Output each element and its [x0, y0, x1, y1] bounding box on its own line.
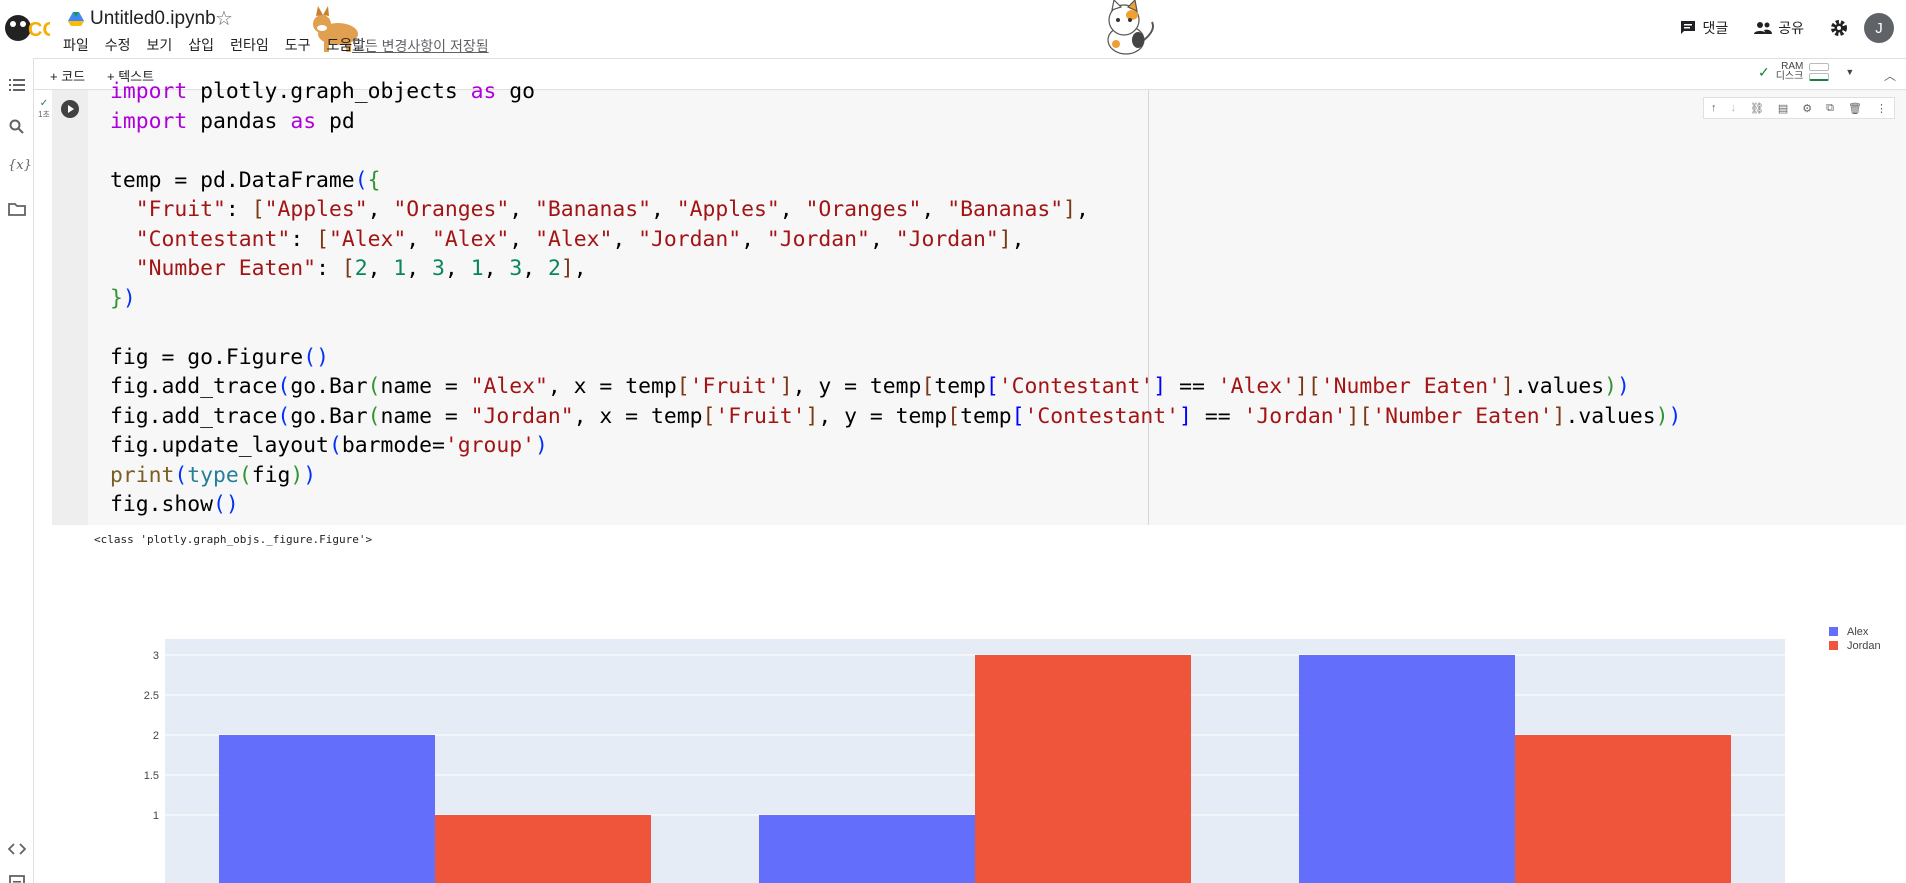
notebook-title[interactable]: Untitled0.ipynb — [68, 8, 216, 30]
legend-swatch — [1829, 627, 1838, 636]
dropdown-icon[interactable]: ▼ — [1845, 67, 1854, 77]
code-line: import plotly.graph_objects as go — [110, 79, 536, 104]
resource-monitor[interactable]: ✓ RAM 디스크 ▼ — [1758, 62, 1854, 82]
avatar[interactable]: J — [1864, 13, 1894, 43]
header-actions: 댓글 공유 J — [1680, 12, 1906, 44]
code-line: print(type(fig)) — [110, 462, 317, 488]
svg-text:CO: CO — [28, 19, 50, 41]
code-line: "Number Eaten": [2, 1, 3, 1, 3, 2], — [135, 256, 587, 281]
cell-output: <class 'plotly.graph_objs._figure.Figure… — [52, 525, 1906, 883]
gear-icon[interactable] — [1830, 19, 1848, 37]
share-button[interactable]: 공유 — [1754, 18, 1804, 38]
table-of-contents-icon[interactable] — [8, 76, 26, 94]
code-line: fig.show() — [110, 492, 239, 517]
colab-window: { "header": { "title": "Untitled0.ipynb"… — [0, 0, 1906, 883]
drive-icon — [68, 12, 84, 26]
left-sidebar: {x} — [0, 58, 34, 883]
comment-label: 댓글 — [1702, 20, 1729, 36]
cell-settings-icon[interactable]: ⚙ — [1802, 102, 1812, 115]
add-code-button[interactable]: + 코드 — [50, 66, 85, 85]
cell-gutter — [52, 90, 88, 525]
menu-runtime[interactable]: 런타임 — [230, 35, 278, 55]
link-icon[interactable]: ⛓ — [1750, 102, 1764, 115]
bar-jordan-oranges — [975, 655, 1191, 883]
more-icon[interactable]: ⋮ — [1876, 102, 1887, 115]
bar-alex-apples — [219, 735, 435, 883]
ram-meter — [1809, 63, 1830, 71]
menu-edit[interactable]: 수정 — [105, 35, 140, 55]
star-icon[interactable]: ☆ — [215, 6, 233, 31]
bar-alex-bananas — [1299, 655, 1515, 883]
colab-logo[interactable]: CO — [2, 6, 50, 46]
move-up-icon[interactable]: ↑ — [1711, 102, 1717, 114]
code-line: "Contestant": ["Alex", "Alex", "Alex", "… — [135, 226, 1025, 252]
search-icon[interactable] — [8, 118, 26, 136]
code-line: fig.update_layout(barmode='group') — [110, 433, 548, 458]
legend-label: Jordan — [1847, 640, 1881, 652]
code-line: temp = pd.DataFrame({ — [110, 167, 381, 193]
menu-bar: 파일 수정 보기 삽입 런타임 도구 도움말 — [63, 35, 381, 55]
code-line: import pandas as pd — [110, 108, 355, 134]
disk-label: 디스크 — [1775, 71, 1804, 82]
move-down-icon[interactable]: ↓ — [1730, 102, 1736, 114]
code-line: fig.add_trace(go.Bar(name = "Jordan", x … — [110, 403, 1682, 429]
menu-file[interactable]: 파일 — [63, 35, 98, 55]
mirror-cell-icon[interactable]: ⧉ — [1826, 102, 1834, 115]
comment-icon — [1681, 21, 1696, 34]
code-snippets-icon[interactable] — [8, 840, 26, 858]
comment-cell-icon[interactable]: ▤ — [1778, 102, 1788, 115]
menu-insert[interactable]: 삽입 — [188, 35, 223, 55]
delete-icon[interactable]: 🗑 — [1848, 102, 1862, 115]
legend-label: Alex — [1847, 626, 1869, 638]
code-line: fig.add_trace(go.Bar(name = "Alex", x = … — [110, 374, 1630, 399]
bar-jordan-bananas — [1515, 735, 1731, 883]
command-palette-icon[interactable] — [8, 874, 26, 883]
cell-toolbar: ↑ ↓ ⛓ ▤ ⚙ ⧉ 🗑 ⋮ — [1703, 97, 1895, 119]
header: CO Untitled0.ipynb ☆ 파일 수정 보기 삽입 런타임 도구 … — [0, 0, 1906, 58]
run-cell-button[interactable] — [61, 100, 79, 118]
y-tick-label: 1.5 — [144, 770, 159, 782]
bar-chart: 1 1.5 2 2.5 3 Alex Jordan — [144, 626, 1881, 883]
y-tick-label: 3 — [153, 650, 159, 662]
folder-icon[interactable] — [8, 200, 26, 218]
cat-decoration — [1107, 0, 1154, 55]
menu-tools[interactable]: 도구 — [285, 35, 320, 55]
save-status[interactable]: 모든 변경사항이 저장됨 — [352, 36, 489, 56]
code-editor[interactable]: import plotly.graph_objects as go import … — [110, 77, 1681, 520]
code-line: }) — [110, 285, 136, 311]
code-line: "Fruit": ["Apples", "Oranges", "Bananas"… — [135, 197, 1089, 222]
y-tick-label: 2.5 — [144, 690, 159, 702]
variables-icon[interactable]: {x} — [8, 158, 32, 176]
bar-jordan-apples — [435, 815, 651, 883]
notebook-title-text[interactable]: Untitled0.ipynb — [90, 8, 216, 30]
exec-time: 1초 — [38, 110, 50, 119]
comment-button[interactable]: 댓글 — [1680, 18, 1728, 38]
menu-view[interactable]: 보기 — [147, 35, 182, 55]
share-label: 공유 — [1778, 20, 1804, 36]
legend-swatch — [1829, 641, 1838, 650]
check-icon: ✓ — [1758, 63, 1770, 80]
bar-alex-oranges — [759, 815, 975, 883]
collapse-icon[interactable]: ︿ — [1884, 67, 1896, 84]
execution-status: ✓ 1초 — [38, 98, 50, 119]
people-icon — [1754, 22, 1773, 34]
y-tick-label: 1 — [153, 810, 159, 822]
code-cell[interactable]: ✓ 1초 import plotly.graph_objects as go imp… — [38, 79, 1906, 525]
y-tick-label: 2 — [153, 730, 159, 742]
disk-meter — [1809, 73, 1830, 81]
code-line: fig = go.Figure() — [110, 344, 329, 370]
